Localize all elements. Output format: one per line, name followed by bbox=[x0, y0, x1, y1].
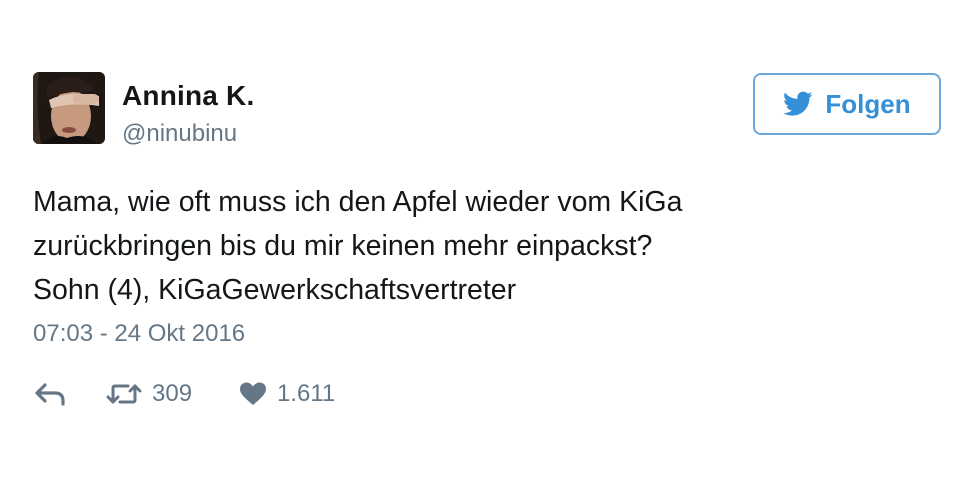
retweet-button[interactable]: 309 bbox=[106, 374, 192, 414]
tweet-text-line: Mama, wie oft muss ich den Apfel wieder … bbox=[33, 186, 683, 218]
retweet-count: 309 bbox=[152, 380, 193, 407]
tweet-text-line: zurückbringen bis du mir keinen mehr ein… bbox=[33, 230, 653, 262]
user-handle[interactable]: @ninubinu bbox=[122, 120, 237, 148]
display-name[interactable]: Annina K. bbox=[122, 80, 254, 112]
heart-icon bbox=[240, 382, 266, 405]
like-button[interactable]: 1.611 bbox=[239, 374, 335, 414]
retweet-icon bbox=[106, 384, 142, 404]
reply-button[interactable] bbox=[35, 374, 67, 414]
follow-button-label: Folgen bbox=[825, 88, 911, 119]
follow-button[interactable]: Folgen bbox=[753, 73, 941, 135]
twitter-bird-icon bbox=[783, 91, 813, 116]
tweet-card: Annina K. @ninubinu Folgen Mama, wie oft… bbox=[0, 0, 968, 484]
avatar-photo bbox=[33, 72, 105, 144]
like-count: 1.611 bbox=[277, 380, 336, 407]
tweet-text-line: Sohn (4), KiGaGewerkschaftsvertreter bbox=[33, 274, 517, 306]
reply-icon bbox=[35, 383, 65, 406]
avatar[interactable] bbox=[33, 72, 105, 144]
tweet-text: Mama, wie oft muss ich den Apfel wieder … bbox=[33, 180, 933, 312]
tweet-timestamp[interactable]: 07:03 - 24 Okt 2016 bbox=[33, 320, 245, 348]
